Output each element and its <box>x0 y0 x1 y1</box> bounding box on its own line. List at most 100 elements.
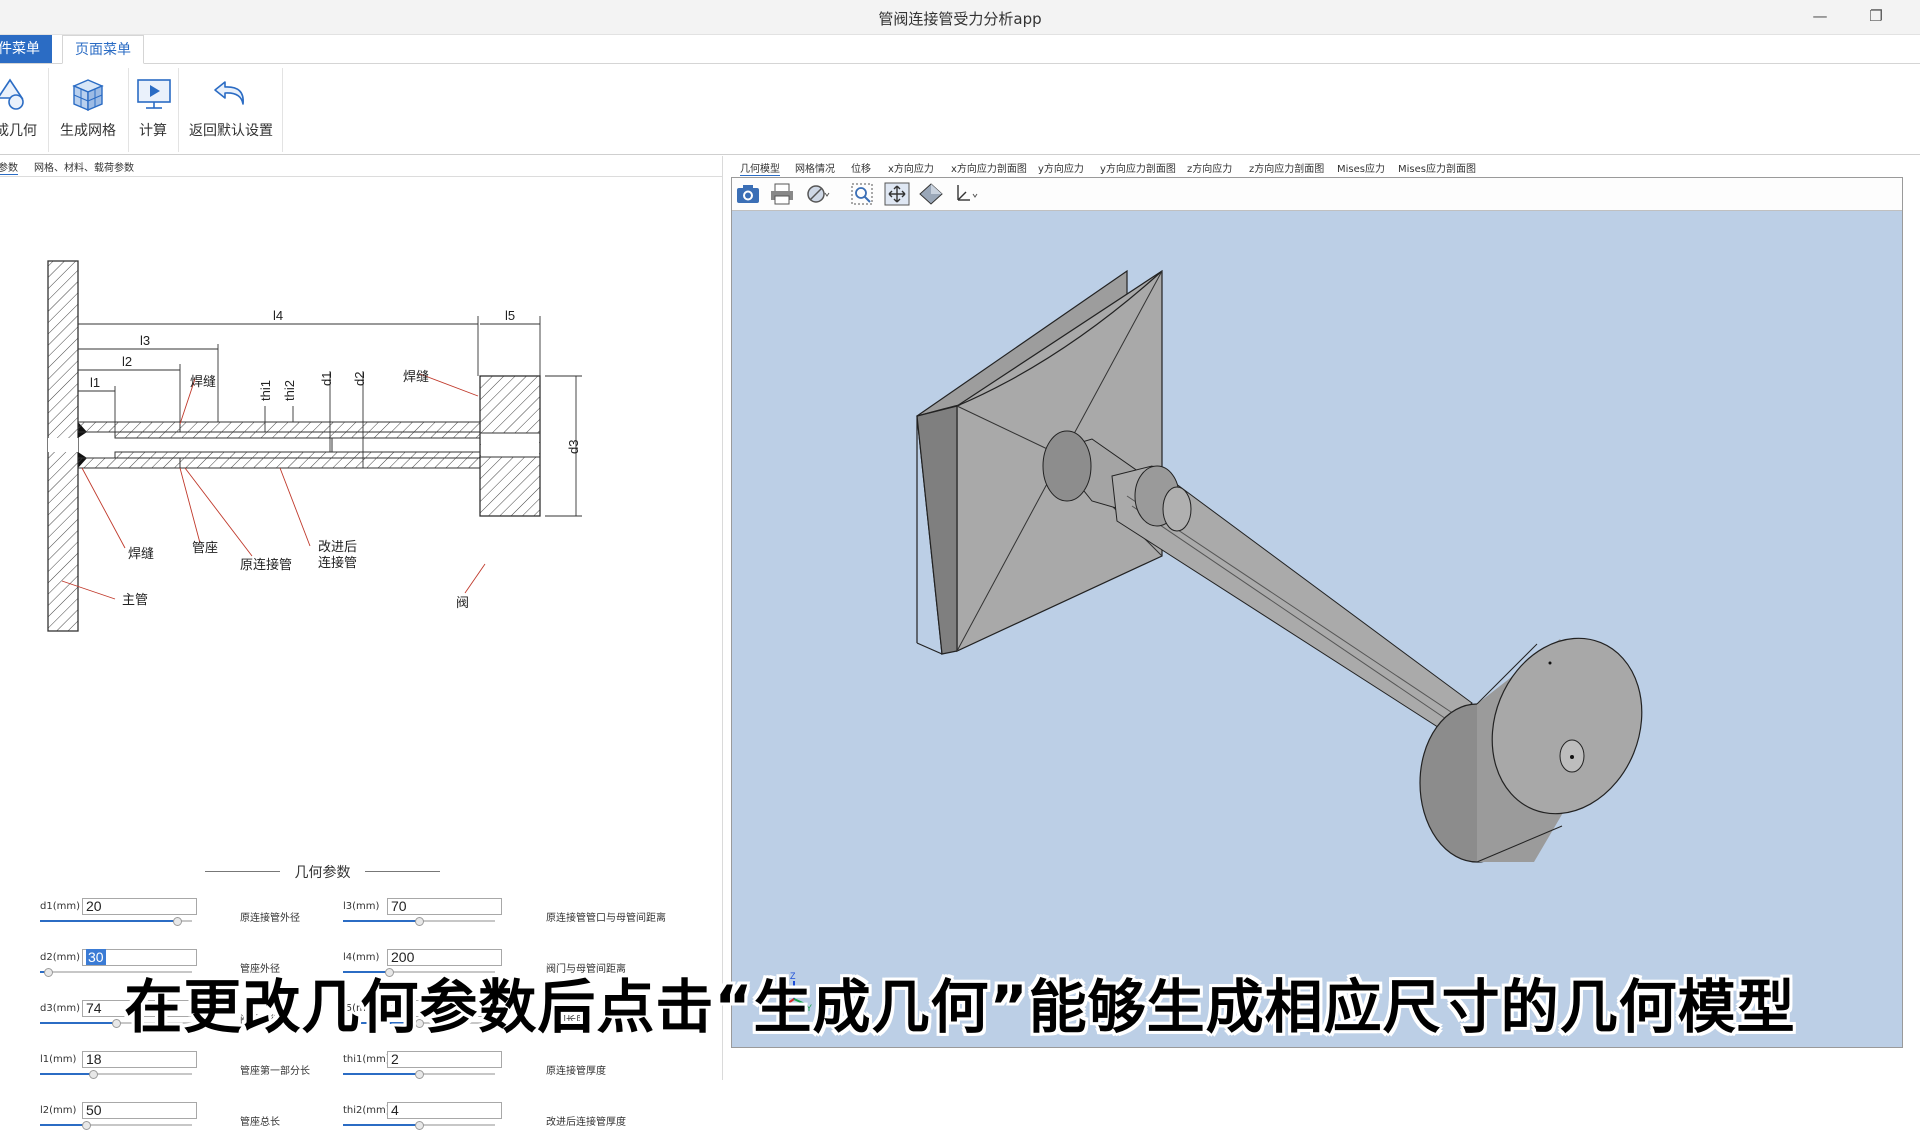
param-value: 50 <box>86 1102 102 1118</box>
label-main-pipe: 主管 <box>122 593 148 608</box>
param-input[interactable]: 20 <box>82 898 197 915</box>
param-slider[interactable] <box>343 917 495 926</box>
tab-params[interactable]: 参数 <box>0 159 18 175</box>
param-value: 18 <box>86 1051 102 1067</box>
label-valve: 阀 <box>456 596 469 611</box>
pipe-seat <box>77 457 181 469</box>
geometry-params-title: 几何参数 <box>205 862 440 882</box>
dim-d3: d3 <box>566 440 581 454</box>
param-description: 原连接管管口与母管间距离 <box>546 913 666 924</box>
slider-thumb[interactable] <box>89 1070 99 1079</box>
print-icon[interactable] <box>769 182 795 206</box>
viewer-toolbar <box>732 178 1902 211</box>
video-caption: 在更改几何参数后点击“生成几何”能够生成相应尺寸的几何模型 <box>124 973 1796 1041</box>
dim-thi1: thi1 <box>258 380 273 401</box>
slider-thumb[interactable] <box>415 917 424 926</box>
result-view-tab-bar: 几何模型 网格情况 位移 x方向应力 x方向应力剖面图 y方向应力 y方向应力剖面图 z方向应… <box>737 156 1920 176</box>
param-value: 2 <box>391 1051 399 1067</box>
param-label: thi1(mm) <box>343 1054 390 1065</box>
param-label: d1(mm) <box>40 901 80 912</box>
param-input[interactable]: 4 <box>387 1102 502 1119</box>
restore-button[interactable]: ❐ <box>1856 4 1896 28</box>
model-render-canvas[interactable]: Z Y <box>732 211 1902 1047</box>
mesh-cube-icon <box>72 79 104 112</box>
camera-icon[interactable] <box>735 182 761 206</box>
param-row-l0: d1(mm) 20 <box>40 898 240 928</box>
ribbon-separator <box>178 68 179 152</box>
slider-thumb[interactable] <box>415 1070 424 1079</box>
tab-view-6[interactable]: y方向应力剖面图 <box>1100 160 1176 175</box>
tab-mesh-material-load[interactable]: 网格、材料、载荷参数 <box>34 159 134 174</box>
label-weld-top-2: 焊缝 <box>403 369 429 385</box>
minimize-button[interactable]: — <box>1800 4 1840 28</box>
ribbon-separator <box>48 68 49 152</box>
tab-file-menu[interactable]: 件菜单 <box>0 35 52 63</box>
label-weld-top: 焊缝 <box>190 374 216 390</box>
tab-page-menu[interactable]: 页面菜单 <box>62 35 144 64</box>
3d-viewer[interactable]: Z Y <box>731 177 1903 1048</box>
param-input[interactable]: 50 <box>82 1102 197 1119</box>
param-description: 改进后连接管厚度 <box>546 1117 626 1128</box>
tab-view-5[interactable]: y方向应力 <box>1038 160 1084 175</box>
ribbon-separator <box>128 68 129 152</box>
generate-geometry-button[interactable]: 成几何 <box>0 70 44 150</box>
param-slider[interactable] <box>343 1070 495 1079</box>
tab-view-9[interactable]: Mises应力 <box>1337 160 1385 175</box>
param-slider[interactable] <box>40 1070 192 1079</box>
param-description: 原连接管外径 <box>240 913 300 924</box>
axis-icon[interactable] <box>952 182 978 206</box>
ribbon-toolbar: 成几何 生成网格 计算 返回默认设置 <box>0 64 1920 155</box>
slider-thumb[interactable] <box>81 1121 91 1130</box>
param-label: l3(mm) <box>343 901 380 912</box>
zoom-box-icon[interactable] <box>850 182 876 206</box>
label-improved-2: 连接管 <box>318 555 357 571</box>
param-input[interactable]: 70 <box>387 898 502 915</box>
title-bar: 管阀连接管受力分析app — ❐ <box>0 0 1920 35</box>
tab-view-4[interactable]: x方向应力剖面图 <box>951 160 1027 175</box>
generate-mesh-button[interactable]: 生成网格 <box>56 70 120 150</box>
dim-thi2: thi2 <box>282 380 297 401</box>
compute-label: 计算 <box>139 123 167 139</box>
generate-geometry-label: 成几何 <box>0 123 37 139</box>
param-slider[interactable] <box>343 1121 495 1130</box>
param-input[interactable]: 18 <box>82 1051 197 1068</box>
dim-l5: l5 <box>505 308 515 323</box>
compute-button[interactable]: 计算 <box>134 70 172 150</box>
parameter-tab-bar: 参数 网格、材料、载荷参数 <box>0 156 722 177</box>
display-mode-icon[interactable] <box>805 182 831 206</box>
tab-view-8[interactable]: z方向应力剖面图 <box>1249 160 1324 175</box>
param-label: l2(mm) <box>40 1105 77 1116</box>
label-original-pipe: 原连接管 <box>240 557 292 573</box>
dim-d1: d1 <box>319 372 334 386</box>
param-row-r3: thi1(mm) 2 <box>343 1051 543 1081</box>
param-value: 70 <box>391 898 407 914</box>
dim-l1: l1 <box>90 375 100 390</box>
window-title: 管阀连接管受力分析app <box>878 10 1042 28</box>
tab-view-7[interactable]: z方向应力 <box>1187 160 1232 175</box>
slider-thumb[interactable] <box>415 1121 424 1130</box>
label-pipe-seat: 管座 <box>192 541 218 556</box>
tab-view-10[interactable]: Mises应力剖面图 <box>1398 160 1476 175</box>
fit-all-icon[interactable] <box>884 182 910 206</box>
undo-arrow-icon <box>214 81 244 105</box>
tab-view-2[interactable]: 位移 <box>851 160 871 175</box>
geometry-schematic-diagram: l4 l5 l3 l2 l1 thi1 thi2 d1 d2 d3 焊缝 焊缝 … <box>47 260 582 632</box>
reset-defaults-label: 返回默认设置 <box>189 123 273 139</box>
param-slider[interactable] <box>40 1121 192 1130</box>
label-weld-bottom: 焊缝 <box>128 546 154 562</box>
param-description: 原连接管厚度 <box>546 1066 606 1077</box>
tab-view-0[interactable]: 几何模型 <box>740 160 780 176</box>
param-input[interactable]: 2 <box>387 1051 502 1068</box>
dim-d2: d2 <box>352 372 367 386</box>
param-label: thi2(mm) <box>343 1105 390 1116</box>
view-cube-icon[interactable] <box>918 182 944 206</box>
ribbon-separator <box>282 68 283 152</box>
connecting-pipe <box>114 431 481 439</box>
param-slider[interactable] <box>40 917 192 926</box>
reset-defaults-button[interactable]: 返回默认设置 <box>186 70 276 150</box>
tab-view-3[interactable]: x方向应力 <box>888 160 934 175</box>
tab-view-1[interactable]: 网格情况 <box>795 160 835 175</box>
slider-thumb[interactable] <box>172 917 182 926</box>
parameter-panel: 参数 网格、材料、载荷参数 l4 l5 l3 l2 l1 thi1 thi2 d… <box>0 156 723 1130</box>
monitor-play-icon <box>137 79 171 109</box>
